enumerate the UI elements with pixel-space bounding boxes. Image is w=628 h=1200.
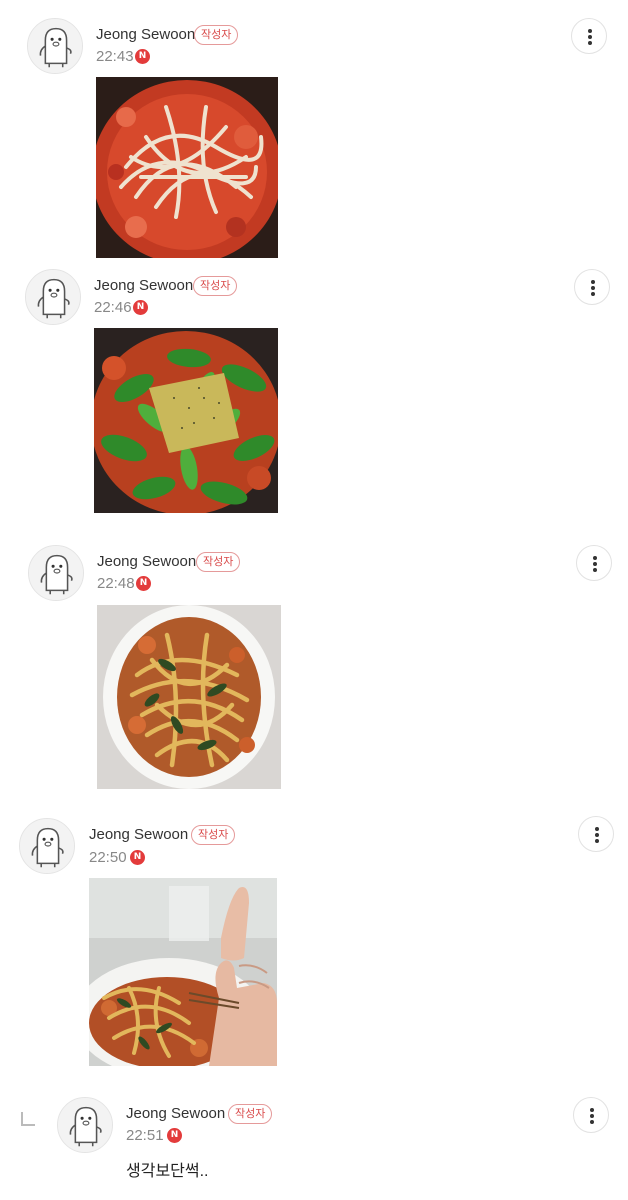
new-badge: N — [167, 1128, 182, 1143]
food-photo-tomato-noodles — [96, 77, 278, 258]
comment-time: 22:50 — [89, 849, 127, 866]
food-photo-thumbs-up — [89, 878, 277, 1066]
dot-icon — [588, 29, 592, 33]
avatar[interactable] — [27, 18, 83, 74]
author-name[interactable]: Jeong Sewoon — [89, 826, 188, 843]
dot-icon — [588, 35, 592, 39]
more-options-button[interactable] — [573, 1097, 609, 1133]
dot-icon — [590, 1108, 594, 1112]
new-badge: N — [136, 576, 151, 591]
avatar[interactable] — [57, 1097, 113, 1153]
penguin-avatar-icon — [29, 546, 83, 600]
dot-icon — [595, 839, 599, 843]
dot-icon — [591, 286, 595, 290]
comment-photo[interactable] — [97, 605, 281, 789]
avatar[interactable] — [28, 545, 84, 601]
avatar[interactable] — [25, 269, 81, 325]
comment-photo[interactable] — [89, 878, 277, 1066]
dot-icon — [595, 833, 599, 837]
author-badge: 작성자 — [194, 25, 239, 45]
author-badge: 작성자 — [193, 276, 238, 296]
comment-photo[interactable] — [96, 77, 278, 258]
more-options-button[interactable] — [571, 18, 607, 54]
comment-time: 22:46 — [94, 299, 132, 316]
dot-icon — [595, 827, 599, 831]
reply-arrow-icon — [21, 1112, 35, 1126]
new-badge: N — [133, 300, 148, 315]
new-badge: N — [130, 850, 145, 865]
author-badge: 작성자 — [228, 1104, 273, 1124]
author-name[interactable]: Jeong Sewoon — [126, 1105, 225, 1122]
comment-time: 22:51 — [126, 1127, 164, 1144]
penguin-avatar-icon — [28, 19, 82, 73]
penguin-avatar-icon — [26, 270, 80, 324]
dot-icon — [591, 292, 595, 296]
food-photo-greens-pan — [94, 328, 278, 513]
penguin-avatar-icon — [58, 1098, 112, 1152]
avatar[interactable] — [19, 818, 75, 874]
more-options-button[interactable] — [576, 545, 612, 581]
author-name[interactable]: Jeong Sewoon — [94, 277, 193, 294]
author-badge: 작성자 — [196, 552, 241, 572]
more-options-button[interactable] — [578, 816, 614, 852]
author-name[interactable]: Jeong Sewoon — [97, 553, 196, 570]
more-options-button[interactable] — [574, 269, 610, 305]
dot-icon — [588, 41, 592, 45]
author-name[interactable]: Jeong Sewoon — [96, 26, 195, 43]
dot-icon — [591, 280, 595, 284]
dot-icon — [593, 562, 597, 566]
comment-time: 22:43 — [96, 48, 134, 65]
dot-icon — [590, 1120, 594, 1124]
dot-icon — [593, 556, 597, 560]
reply-text: 생각보단썩.. — [126, 1163, 209, 1180]
comment-photo[interactable] — [94, 328, 278, 513]
food-photo-plated-noodles — [97, 605, 281, 789]
dot-icon — [590, 1114, 594, 1118]
author-badge: 작성자 — [191, 825, 236, 845]
dot-icon — [593, 568, 597, 572]
comment-time: 22:48 — [97, 575, 135, 592]
penguin-avatar-icon — [20, 819, 74, 873]
new-badge: N — [135, 49, 150, 64]
